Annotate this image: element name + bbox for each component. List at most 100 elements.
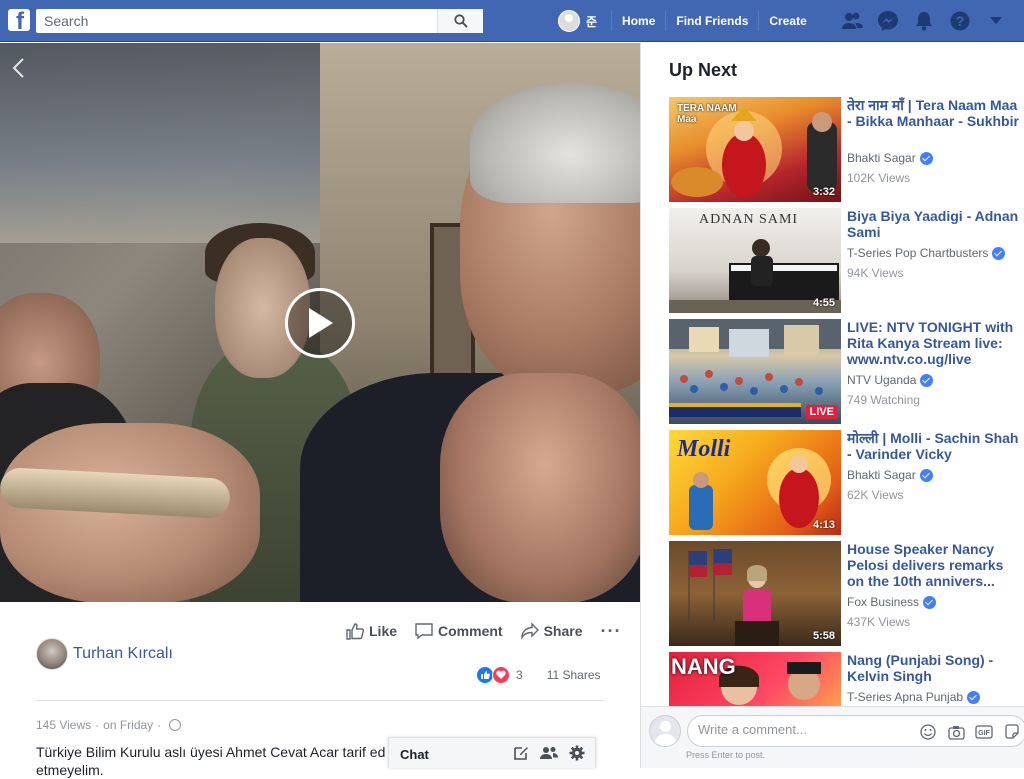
thumbs-up-icon bbox=[346, 623, 364, 640]
sticker-button[interactable] bbox=[1002, 723, 1022, 741]
comment-hint: Press Enter to post. bbox=[686, 750, 766, 760]
nav-home-link[interactable]: Home bbox=[612, 14, 665, 28]
channel-name: T-Series Apna Punjab bbox=[847, 690, 964, 704]
help-icon: ? bbox=[950, 11, 970, 31]
nav-find-friends-link[interactable]: Find Friends bbox=[666, 14, 758, 28]
verified-badge-icon bbox=[919, 468, 933, 482]
video-channel-link[interactable]: Bhakti Sagar bbox=[847, 468, 933, 482]
back-arrow-icon[interactable] bbox=[10, 57, 28, 79]
reactions-summary: 3 11 Shares bbox=[476, 666, 601, 684]
channel-name: Fox Business bbox=[847, 595, 920, 609]
share-label: Share bbox=[543, 623, 583, 639]
love-reaction-icon[interactable] bbox=[492, 666, 510, 684]
shares-count[interactable]: 11 Shares bbox=[547, 668, 601, 682]
comment-box: GIF bbox=[687, 715, 1024, 747]
video-views: 62K Views bbox=[847, 488, 904, 502]
video-views: 749 Watching bbox=[847, 393, 920, 407]
globe-icon[interactable] bbox=[169, 719, 182, 731]
friend-requests-icon bbox=[842, 12, 863, 29]
camera-icon bbox=[947, 725, 965, 740]
profile-avatar[interactable] bbox=[558, 10, 580, 32]
group-icon bbox=[540, 747, 558, 759]
thumbnail-text: NANG bbox=[671, 654, 736, 679]
top-nav: 준 Home Find Friends Create bbox=[558, 0, 817, 42]
comment-composer: GIF Press Enter to post. bbox=[640, 706, 1024, 768]
svg-text:?: ? bbox=[956, 13, 965, 29]
share-button[interactable]: Share bbox=[520, 622, 583, 640]
messenger-icon bbox=[878, 11, 898, 31]
comment-attachment-icons: GIF bbox=[918, 723, 1024, 741]
video-thumbnail[interactable]: LIVE bbox=[669, 319, 841, 424]
help-button[interactable]: ? bbox=[942, 0, 978, 42]
photo-button[interactable] bbox=[946, 723, 966, 741]
video-channel-link[interactable]: NTV Uganda bbox=[847, 373, 934, 387]
video-thumbnail[interactable]: 5:58 bbox=[669, 541, 841, 646]
post-actions: Like Comment Share ··· bbox=[346, 620, 621, 642]
chat-bar[interactable]: Chat bbox=[388, 737, 596, 768]
compose-icon bbox=[514, 747, 528, 760]
create-group-button[interactable] bbox=[539, 744, 559, 762]
live-badge: LIVE bbox=[805, 405, 838, 419]
comment-label: Comment bbox=[438, 623, 503, 639]
play-button[interactable] bbox=[285, 288, 355, 358]
up-next-title: Up Next bbox=[669, 60, 738, 80]
thumbnail-text: Molli bbox=[677, 436, 731, 462]
notifications-button[interactable] bbox=[906, 0, 942, 42]
video-item[interactable]: 5:58 House Speaker Nancy Pelosi delivers… bbox=[669, 541, 1024, 652]
post-date-link[interactable]: on Friday bbox=[103, 718, 153, 732]
video-thumbnail[interactable]: Molli 4:13 bbox=[669, 430, 841, 535]
video-item[interactable]: Molli 4:13 मोल्ली | Molli - Sachin Shah … bbox=[669, 430, 1024, 541]
search-input[interactable] bbox=[36, 9, 438, 33]
verified-badge-icon bbox=[992, 246, 1006, 260]
video-title-link[interactable]: Biya Biya Yaadigi - Adnan Sami bbox=[847, 208, 1019, 240]
friend-requests-button[interactable] bbox=[834, 0, 870, 42]
play-icon bbox=[309, 308, 333, 338]
search-button[interactable] bbox=[437, 9, 483, 33]
author-name-link[interactable]: Turhan Kırcalı bbox=[73, 645, 173, 663]
profile-name-link[interactable]: 준 bbox=[586, 13, 597, 30]
channel-name: NTV Uganda bbox=[847, 373, 917, 387]
new-message-button[interactable] bbox=[511, 744, 531, 762]
video-channel-link[interactable]: T-Series Pop Chartbusters bbox=[847, 246, 1006, 260]
bell-icon bbox=[916, 12, 932, 31]
video-title-link[interactable]: Nang (Punjabi Song) - Kelvin Singh bbox=[847, 652, 1019, 684]
messenger-button[interactable] bbox=[870, 0, 906, 42]
video-channel-link[interactable]: Bhakti Sagar bbox=[847, 151, 933, 165]
video-channel-link[interactable]: T-Series Apna Punjab bbox=[847, 690, 981, 704]
nav-create-link[interactable]: Create bbox=[759, 14, 816, 28]
chat-label: Chat bbox=[400, 747, 429, 762]
video-thumbnail[interactable]: ADNAN SAMI 4:55 bbox=[669, 208, 841, 313]
video-title-link[interactable]: तेरा नाम माँ | Tera Naam Maa - Bikka Man… bbox=[847, 97, 1019, 129]
account-menu-button[interactable] bbox=[978, 0, 1014, 42]
more-options-button[interactable]: ··· bbox=[601, 622, 622, 640]
comment-input[interactable] bbox=[698, 722, 908, 737]
chat-settings-button[interactable] bbox=[567, 744, 587, 762]
video-title-link[interactable]: मोल्ली | Molli - Sachin Shah - Varinder … bbox=[847, 430, 1019, 462]
like-button[interactable]: Like bbox=[346, 622, 397, 640]
nav-icon-group: ? bbox=[834, 0, 1014, 42]
comment-button[interactable]: Comment bbox=[415, 622, 503, 640]
video-views: 102K Views bbox=[847, 171, 911, 185]
channel-name: T-Series Pop Chartbusters bbox=[847, 246, 989, 260]
author-avatar[interactable] bbox=[36, 638, 68, 670]
reaction-count[interactable]: 3 bbox=[516, 668, 523, 682]
gif-button[interactable]: GIF bbox=[974, 723, 994, 741]
video-frame-background bbox=[0, 43, 320, 243]
smiley-icon bbox=[920, 724, 936, 740]
thumbnail-text: TERA NAAM Maa bbox=[677, 103, 737, 125]
video-title-link[interactable]: LIVE: NTV TONIGHT with Rita Kanya Stream… bbox=[847, 319, 1019, 367]
video-item[interactable]: ADNAN SAMI 4:55 Biya Biya Yaadigi - Adna… bbox=[669, 208, 1024, 319]
video-item[interactable]: TERA NAAM Maa 3:32 तेरा नाम माँ | Tera N… bbox=[669, 97, 1024, 208]
video-item[interactable]: LIVE LIVE: NTV TONIGHT with Rita Kanya S… bbox=[669, 319, 1024, 430]
up-next-sidebar: Up Next TERA NAAM Maa 3:32 तेरा नाम माँ … bbox=[640, 43, 1024, 768]
emoji-button[interactable] bbox=[918, 723, 938, 741]
facebook-logo-icon[interactable]: f bbox=[8, 9, 30, 31]
video-player[interactable] bbox=[0, 43, 640, 602]
view-count: 145 Views bbox=[36, 718, 92, 732]
video-title-link[interactable]: House Speaker Nancy Pelosi delivers rema… bbox=[847, 541, 1019, 589]
post-divider bbox=[36, 700, 604, 701]
video-thumbnail[interactable]: TERA NAAM Maa 3:32 bbox=[669, 97, 841, 202]
video-channel-link[interactable]: Fox Business bbox=[847, 595, 937, 609]
video-item[interactable]: NANG Nang (Punjabi Song) - Kelvin Singh … bbox=[669, 652, 1024, 707]
video-thumbnail[interactable]: NANG bbox=[669, 652, 841, 707]
